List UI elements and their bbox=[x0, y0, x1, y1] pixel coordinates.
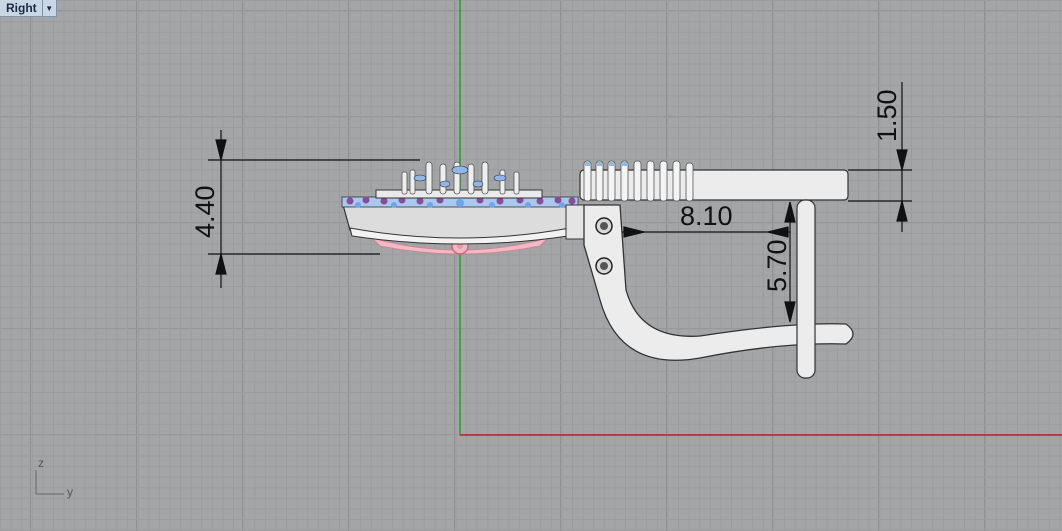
ear-post bbox=[796, 199, 816, 379]
earring-head[interactable] bbox=[341, 161, 579, 255]
dimension-top-offset[interactable]: 1.50 bbox=[848, 82, 912, 232]
bar-ridges bbox=[583, 160, 694, 202]
axis-indicator: z y bbox=[35, 456, 73, 499]
earring-back-hardware[interactable] bbox=[565, 160, 854, 379]
model-scene[interactable]: z y 4.40 1.50 8.10 5.70 bbox=[0, 0, 1062, 531]
dimension-horizontal[interactable]: 8.10 bbox=[622, 201, 790, 238]
dimension-vertical[interactable]: 5.70 bbox=[762, 201, 796, 323]
dimension-label-vertical: 5.70 bbox=[762, 239, 792, 292]
dimension-label-horizontal: 8.10 bbox=[680, 201, 733, 231]
top-bar bbox=[579, 169, 849, 201]
y-axis-label: y bbox=[67, 485, 73, 499]
dimension-label-height: 4.40 bbox=[190, 185, 220, 238]
dimension-label-top-offset: 1.50 bbox=[872, 89, 902, 142]
z-axis-label: z bbox=[38, 456, 44, 470]
